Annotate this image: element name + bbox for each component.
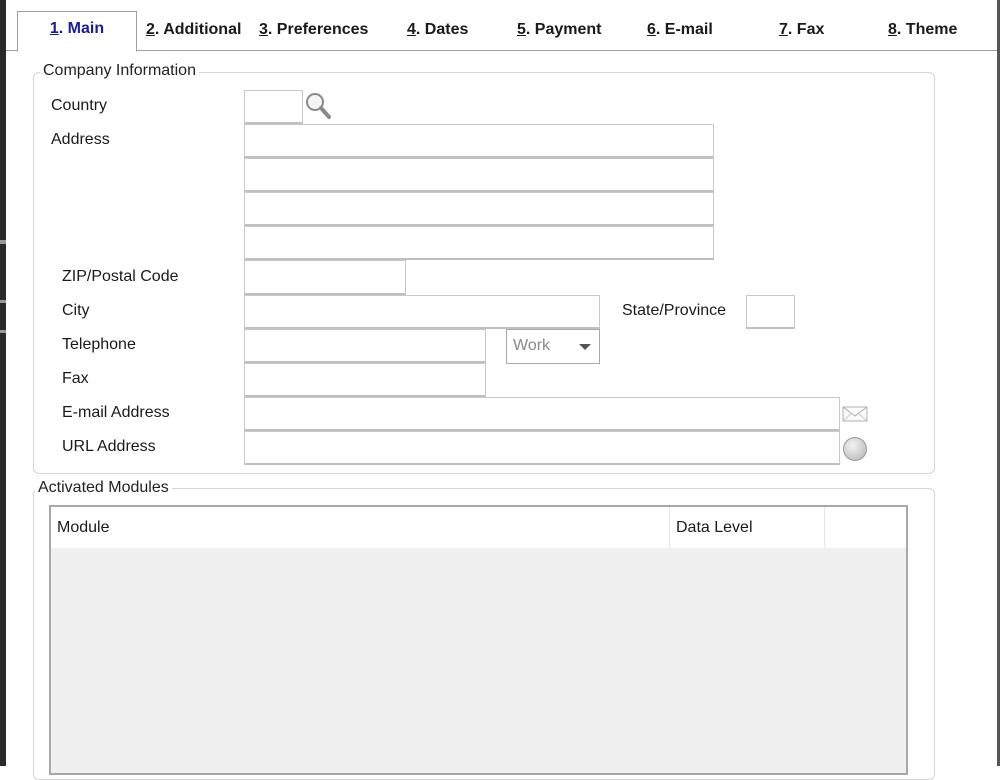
tab-label: . Fax xyxy=(787,21,825,38)
tab-label: . Additional xyxy=(154,21,242,38)
address-line-2-input[interactable] xyxy=(244,158,714,192)
envelope-icon[interactable] xyxy=(842,405,868,423)
address-line-3-input[interactable] xyxy=(244,192,714,226)
tab-label: . Dates xyxy=(415,21,469,38)
city-label: City xyxy=(62,302,90,319)
email-label: E-mail Address xyxy=(62,404,170,421)
tab-mnemonic: 6 xyxy=(647,21,656,38)
telephone-type-select[interactable]: Work xyxy=(506,329,600,364)
background-window-edge xyxy=(0,0,6,766)
zip-label: ZIP/Postal Code xyxy=(62,268,179,285)
tab-additional[interactable]: 2. Additional xyxy=(146,12,241,48)
tab-label: . Payment xyxy=(525,21,602,38)
tab-dates[interactable]: 4. Dates xyxy=(407,12,468,48)
tab-theme[interactable]: 8. Theme xyxy=(888,12,957,48)
tab-mnemonic: 5 xyxy=(517,21,526,38)
address-line-4-input[interactable] xyxy=(244,226,714,260)
tab-label: . Main xyxy=(58,20,105,37)
address-label: Address xyxy=(51,131,110,148)
country-label: Country xyxy=(51,97,108,114)
tab-label: . Preferences xyxy=(267,21,369,38)
activated-modules-title: Activated Modules xyxy=(35,479,172,497)
state-input[interactable] xyxy=(746,295,795,329)
tab-label: . Theme xyxy=(896,21,958,38)
tab-mnemonic: 3 xyxy=(259,21,268,38)
chevron-down-icon xyxy=(579,344,591,350)
fax-label: Fax xyxy=(62,370,89,387)
zip-input[interactable] xyxy=(244,260,406,295)
tab-mnemonic: 8 xyxy=(888,21,897,38)
tab-email[interactable]: 6. E-mail xyxy=(647,12,713,48)
tab-mnemonic: 7 xyxy=(779,21,788,38)
tab-label: . E-mail xyxy=(655,21,713,38)
telephone-label: Telephone xyxy=(62,336,136,353)
tab-mnemonic: 2 xyxy=(146,21,155,38)
globe-icon[interactable] xyxy=(842,436,868,462)
search-icon[interactable] xyxy=(304,91,332,121)
address-line-1-input[interactable] xyxy=(244,124,714,158)
fax-input[interactable] xyxy=(244,363,486,397)
telephone-type-value: Work xyxy=(513,337,551,354)
url-label: URL Address xyxy=(62,438,156,455)
tab-preferences[interactable]: 3. Preferences xyxy=(259,12,368,48)
modules-table-header: Module Data Level xyxy=(51,507,906,548)
tab-bar: 1. Main 2. Additional 3. Preferences 4. … xyxy=(6,0,997,52)
tab-main[interactable]: 1. Main xyxy=(17,11,137,52)
column-header-extra[interactable] xyxy=(825,507,906,548)
company-information-title: Company Information xyxy=(40,62,199,80)
tab-mnemonic: 4 xyxy=(407,21,416,38)
country-input[interactable] xyxy=(244,90,303,124)
column-header-module[interactable]: Module xyxy=(51,507,670,548)
state-label: State/Province xyxy=(622,302,727,319)
modules-table[interactable]: Module Data Level xyxy=(49,505,908,775)
url-input[interactable] xyxy=(244,431,840,465)
telephone-input[interactable] xyxy=(244,329,486,363)
tab-mnemonic: 1 xyxy=(49,20,59,37)
tab-fax[interactable]: 7. Fax xyxy=(779,12,824,48)
tab-payment[interactable]: 5. Payment xyxy=(517,12,602,48)
column-header-data-level[interactable]: Data Level xyxy=(670,507,825,548)
email-input[interactable] xyxy=(244,397,840,431)
city-input[interactable] xyxy=(244,295,600,329)
